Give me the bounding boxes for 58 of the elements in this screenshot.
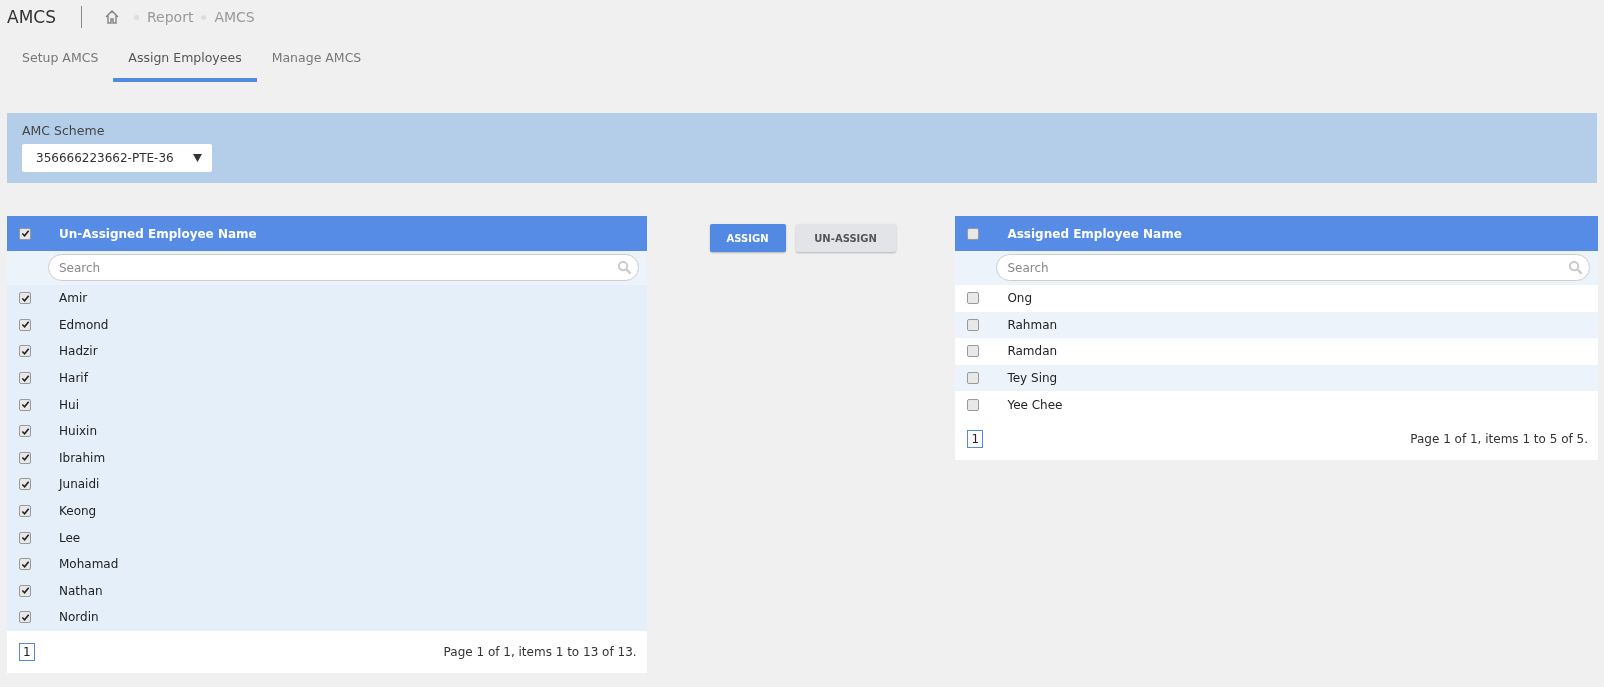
scheme-dropdown[interactable]: 356666223662-PTE-36: [22, 144, 212, 172]
employee-name: Keong: [59, 504, 97, 519]
pagination-summary: Page 1 of 1, items 1 to 5 of 5.: [1410, 431, 1588, 446]
search-field[interactable]: Search: [996, 254, 1590, 281]
row-checkbox[interactable]: [967, 398, 980, 411]
employee-name: Rahman: [1007, 317, 1058, 332]
employee-name: Edmond: [59, 317, 109, 332]
employee-name: Harif: [59, 371, 88, 386]
row-checkbox[interactable]: [19, 345, 31, 358]
tab[interactable]: Assign Employees: [113, 44, 257, 82]
select-all-checkbox[interactable]: [967, 227, 980, 240]
page-number[interactable]: 1: [19, 642, 35, 661]
row-checkbox[interactable]: [19, 398, 31, 411]
pagination-summary: Page 1 of 1, items 1 to 13 of 13.: [443, 644, 637, 659]
row-checkbox[interactable]: [19, 531, 31, 544]
employee-name: Mohamad: [59, 557, 119, 572]
row-checkbox[interactable]: [19, 372, 31, 385]
home-icon[interactable]: [103, 9, 120, 25]
row-checkbox[interactable]: [19, 451, 31, 464]
row-checkbox[interactable]: [19, 478, 31, 491]
scheme-label: AMC Scheme: [22, 123, 106, 138]
employee-name: Amir: [59, 291, 88, 306]
tab[interactable]: Manage AMCS: [256, 44, 377, 82]
employee-name: Yee Chee: [1007, 397, 1063, 412]
row-checkbox[interactable]: [19, 584, 31, 597]
page-number[interactable]: 1: [967, 429, 984, 448]
action-button[interactable]: UN-ASSIGN: [795, 224, 896, 252]
action-button[interactable]: ASSIGN: [709, 224, 786, 252]
employee-name: Ong: [1007, 291, 1033, 306]
row-checkbox[interactable]: [19, 318, 31, 331]
employee-name: Nathan: [59, 583, 103, 598]
search-field[interactable]: Search: [48, 254, 639, 281]
row-checkbox[interactable]: [967, 318, 980, 331]
employee-name: Ramdan: [1007, 344, 1058, 359]
dropdown-caret-icon: [193, 154, 202, 162]
column-header: Un-Assigned Employee Name: [59, 226, 257, 241]
employee-name: Tey Sing: [1007, 371, 1058, 386]
row-checkbox[interactable]: [19, 292, 31, 305]
row-checkbox[interactable]: [19, 505, 31, 518]
employee-name: Lee: [59, 530, 81, 545]
employee-name: Ibrahim: [59, 450, 106, 465]
employee-name: Hui: [59, 397, 79, 412]
employee-name: Huixin: [59, 424, 97, 439]
tab[interactable]: Setup AMCS: [7, 44, 114, 82]
search-icon: [1568, 260, 1583, 275]
employee-name: Nordin: [59, 610, 99, 625]
search-icon: [616, 260, 632, 275]
page-title: AMCS: [7, 7, 56, 27]
row-checkbox[interactable]: [967, 372, 980, 385]
employee-name: Junaidi: [59, 477, 100, 492]
row-checkbox[interactable]: [19, 558, 31, 571]
row-checkbox[interactable]: [19, 611, 31, 624]
row-checkbox[interactable]: [967, 345, 980, 358]
row-checkbox[interactable]: [967, 292, 980, 305]
column-header: Assigned Employee Name: [1007, 226, 1182, 241]
row-checkbox[interactable]: [19, 425, 31, 438]
select-all-checkbox[interactable]: [19, 227, 31, 240]
employee-name: Hadzir: [59, 344, 98, 359]
